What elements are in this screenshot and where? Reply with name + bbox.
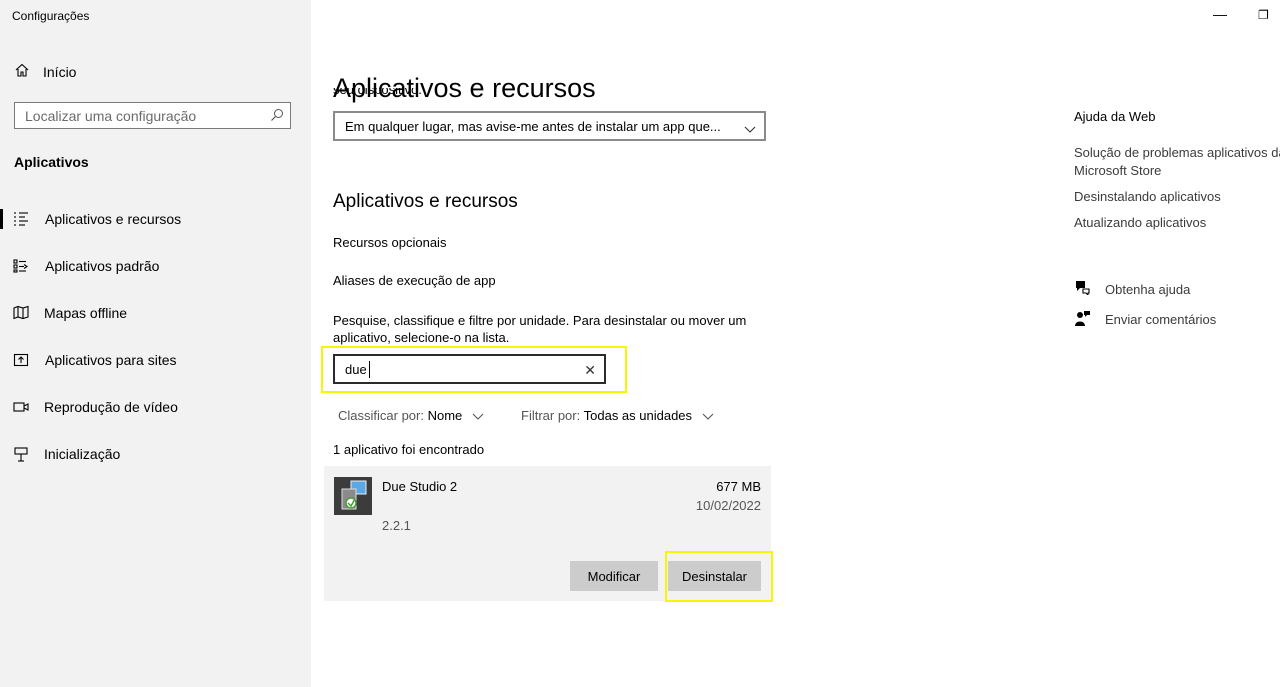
apps-for-websites-icon <box>13 352 29 368</box>
get-help-link[interactable]: Obtenha ajuda <box>1074 280 1190 298</box>
app-version: 2.2.1 <box>382 518 411 533</box>
due-studio-app-icon <box>334 477 372 515</box>
feedback-label: Enviar comentários <box>1105 312 1217 327</box>
home-icon <box>14 62 30 81</box>
app-install-date: 10/02/2022 <box>695 498 761 513</box>
feedback-icon <box>1074 310 1091 329</box>
startup-icon <box>13 446 29 462</box>
chevron-down-icon <box>744 121 756 137</box>
chevron-down-icon <box>702 409 714 424</box>
modify-button[interactable]: Modificar <box>570 561 658 591</box>
sidebar-item-default-apps[interactable]: Aplicativos padrão <box>0 248 311 284</box>
restore-button[interactable]: ❐ <box>1258 8 1269 22</box>
help-link-updating[interactable]: Atualizando aplicativos <box>1074 214 1206 232</box>
sidebar-item-label: Reprodução de vídeo <box>44 399 178 415</box>
home-nav-item[interactable]: Início <box>14 62 76 81</box>
sidebar-item-label: Aplicativos para sites <box>45 352 177 368</box>
minimize-button[interactable]: — <box>1213 6 1227 22</box>
search-value: due <box>345 362 367 377</box>
get-help-label: Obtenha ajuda <box>1105 281 1191 297</box>
sidebar-item-offline-maps[interactable]: Mapas offline <box>0 295 311 331</box>
sidebar-item-apps-for-websites[interactable]: Aplicativos para sites <box>0 342 311 378</box>
install-source-value: Em qualquer lugar, mas avise-me antes de… <box>345 119 721 134</box>
send-feedback-link[interactable]: Enviar comentários <box>1074 310 1216 329</box>
sidebar-item-label: Aplicativos padrão <box>45 258 160 274</box>
offline-maps-icon <box>13 305 29 321</box>
filter-dropdown[interactable]: Filtrar por: Todas as unidades <box>521 408 714 424</box>
app-name: Due Studio 2 <box>382 479 458 494</box>
help-link-store-troubleshoot[interactable]: Solução de problemas aplicativos da <box>1074 144 1280 162</box>
chevron-down-icon <box>472 409 484 424</box>
search-description: Pesquise, classifique e filtre por unida… <box>333 313 747 345</box>
filter-label: Filtrar por: <box>521 408 581 423</box>
install-source-dropdown[interactable]: Em qualquer lugar, mas avise-me antes de… <box>333 111 766 141</box>
search-icon[interactable] <box>270 108 284 125</box>
sort-value: Nome <box>427 408 463 423</box>
section-title: Aplicativos e recursos <box>333 191 518 212</box>
sidebar-section-title: Aplicativos <box>14 154 89 170</box>
filter-value: Todas as unidades <box>583 408 693 423</box>
sort-dropdown[interactable]: Classificar por: Nome <box>338 408 484 424</box>
home-label: Início <box>43 63 77 80</box>
clear-icon[interactable]: ✕ <box>584 362 596 379</box>
sidebar-item-startup[interactable]: Inicialização <box>0 436 311 472</box>
results-count: 1 aplicativo foi encontrado <box>333 442 485 457</box>
app-search-input[interactable]: due ✕ <box>333 354 606 384</box>
search-placeholder: Localizar uma configuração <box>25 108 197 124</box>
default-apps-icon <box>13 258 29 274</box>
settings-search-input[interactable]: Localizar uma configuração <box>14 102 291 129</box>
video-playback-icon <box>13 399 29 415</box>
app-size: 677 MB <box>716 479 761 494</box>
text-caret <box>369 361 370 378</box>
apps-features-icon <box>13 211 29 227</box>
help-link-uninstalling[interactable]: Desinstalando aplicativos <box>1074 188 1221 206</box>
active-indicator <box>0 209 3 229</box>
sidebar-item-label: Mapas offline <box>44 305 128 321</box>
help-link-store-troubleshoot-cont[interactable]: Microsoft Store <box>1074 162 1161 180</box>
uninstall-highlight <box>665 551 773 602</box>
sidebar-item-video-playback[interactable]: Reprodução de vídeo <box>0 389 311 425</box>
sort-label: Classificar por: <box>338 408 424 423</box>
app-aliases-link[interactable]: Aliases de execução de app <box>333 273 496 288</box>
sidebar: Configurações Início Localizar uma confi… <box>0 0 311 687</box>
clipped-description: seu dispositivo. <box>333 88 422 97</box>
sidebar-item-label: Aplicativos e recursos <box>45 211 182 227</box>
sidebar-item-label: Inicialização <box>44 446 121 462</box>
optional-features-link[interactable]: Recursos opcionais <box>333 235 446 250</box>
window-title: Configurações <box>12 9 90 23</box>
chat-help-icon <box>1074 280 1091 298</box>
sidebar-item-apps-features[interactable]: Aplicativos e recursos <box>0 201 311 237</box>
web-help-title: Ajuda da Web <box>1074 109 1156 124</box>
